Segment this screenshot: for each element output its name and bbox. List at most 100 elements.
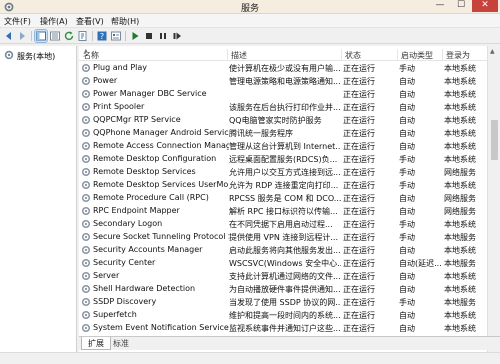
service-name: Remote Desktop Services [93, 167, 196, 176]
service-logon-as: 本地服务 [444, 259, 476, 268]
column-header-description[interactable]: 描述 [231, 50, 247, 61]
table-row[interactable]: QQPCMgr RTP Service QQ电脑管家实时防护服务 正在运行 自动 本地系… [79, 114, 487, 127]
table-row[interactable]: Secondary Logon 在不同凭据下启用启动过程... 正在运行 手动 本地系统 [79, 218, 487, 231]
service-logon-as: 本地系统 [444, 246, 476, 255]
table-row[interactable]: SSDP Discovery 当发现了使用 SSDP 协议的网... 正在运行 手动 本… [79, 296, 487, 309]
table-row[interactable]: Security Center WSCSVC(Windows 安全中心... 正在运… [79, 257, 487, 270]
service-startup-type: 手动 [399, 64, 415, 73]
service-status: 正在运行 [343, 77, 375, 86]
service-gear-icon [81, 102, 91, 112]
menu-view[interactable]: 查看(V) [76, 16, 104, 27]
minimize-button[interactable]: — [430, 0, 450, 12]
column-header-startup-type[interactable]: 启动类型 [401, 50, 433, 61]
service-startup-type: 手动 [399, 220, 415, 229]
service-status: 正在运行 [343, 116, 375, 125]
table-row[interactable]: Superfetch 维护和提高一段时间内的系统... 正在运行 自动 本地系统 [79, 309, 487, 322]
service-startup-type: 自动 [399, 129, 415, 138]
table-row[interactable]: System Event Notification Service 监视系统事件并… [79, 322, 487, 335]
column-header-name[interactable]: ▲ 名称 [83, 48, 99, 61]
service-name: Shell Hardware Detection [93, 284, 196, 293]
table-row[interactable]: Shell Hardware Detection 为自动播放硬件事件提供通知...… [79, 283, 487, 296]
service-status: 正在运行 [343, 103, 375, 112]
table-row[interactable]: RPC Endpoint Mapper 解析 RPC 接口标识符以传输... 正在运… [79, 205, 487, 218]
table-row[interactable]: QQPhone Manager Android Service 腾讯统一服务程序 正… [79, 127, 487, 140]
table-row[interactable]: Remote Desktop Services 允许用户以交互方式连接到远... 正… [79, 166, 487, 179]
service-name: QQPhone Manager Android Service [93, 128, 229, 137]
forward-icon[interactable] [16, 30, 28, 42]
close-button[interactable]: ✕ [472, 0, 498, 12]
column-divider[interactable] [341, 49, 342, 60]
toolbar-separator [125, 31, 126, 41]
service-logon-as: 本地系统 [444, 64, 476, 73]
start-icon[interactable] [129, 30, 141, 42]
service-name: Remote Access Connection Manager [93, 141, 229, 150]
console-tree-icon[interactable] [34, 29, 48, 43]
column-header-status[interactable]: 状态 [345, 50, 361, 61]
service-startup-type: 自动 [399, 272, 415, 281]
menu-file[interactable]: 文件(F) [4, 16, 31, 27]
table-row[interactable]: Security Accounts Manager 启动此服务将向其他服务发出..… [79, 244, 487, 257]
service-startup-type: 自动 [399, 285, 415, 294]
export-icon[interactable] [77, 30, 89, 42]
service-logon-as: 本地系统 [444, 116, 476, 125]
service-startup-type: 自动 [399, 116, 415, 125]
service-logon-as: 本地系统 [444, 90, 476, 99]
table-row[interactable]: Remote Desktop Configuration 远程桌面配置服务(RDC… [79, 153, 487, 166]
service-name: Remote Procedure Call (RPC) [93, 193, 209, 202]
service-startup-type: 自动 [399, 90, 415, 99]
table-row[interactable]: Server 支持此计算机通过网络的文件... 正在运行 自动 本地系统 [79, 270, 487, 283]
maximize-button[interactable]: ☐ [451, 0, 471, 12]
table-row[interactable]: Power 管理电源策略和电源策略通知... 正在运行 自动 本地系统 [79, 75, 487, 88]
stop-icon[interactable] [143, 30, 155, 42]
back-icon[interactable] [3, 30, 15, 42]
scrollbar-thumb[interactable] [491, 120, 498, 160]
service-logon-as: 本地服务 [444, 233, 476, 242]
service-logon-as: 本地系统 [444, 103, 476, 112]
pause-icon[interactable] [157, 30, 169, 42]
service-status: 正在运行 [343, 194, 375, 203]
service-status: 正在运行 [343, 207, 375, 216]
table-row[interactable]: Secure Socket Tunneling Protocol S... 提供使… [79, 231, 487, 244]
sort-ascending-icon: ▲ [84, 48, 88, 54]
tab-standard[interactable]: 标准 [107, 337, 135, 350]
refresh-icon[interactable] [63, 30, 75, 42]
menu-action[interactable]: 操作(A) [40, 16, 68, 27]
service-status: 正在运行 [343, 324, 375, 333]
service-description: 远程桌面配置服务(RDCS)负... [229, 155, 338, 164]
table-row[interactable]: Plug and Play 使计算机在极少或没有用户输... 正在运行 手动 本地系统 [79, 62, 487, 75]
service-logon-as: 本地系统 [444, 272, 476, 281]
restart-icon[interactable] [171, 30, 183, 42]
service-name: Superfetch [93, 310, 137, 319]
service-status: 正在运行 [343, 246, 375, 255]
column-divider[interactable] [397, 49, 398, 60]
column-header-logon-as[interactable]: 登录为 [446, 50, 470, 61]
service-description: 为自动播放硬件事件提供通知... [229, 285, 341, 294]
service-gear-icon [81, 323, 91, 333]
service-gear-icon [81, 167, 91, 177]
service-startup-type: 自动 [399, 324, 415, 333]
service-gear-icon [81, 232, 91, 242]
service-startup-type: 手动 [399, 168, 415, 177]
service-logon-as: 本地系统 [444, 311, 476, 320]
table-row[interactable]: Power Manager DBC Service 正在运行 自动 本地系统 [79, 88, 487, 101]
service-startup-type: 自动 [399, 207, 415, 216]
list-view-icon[interactable] [49, 30, 61, 42]
service-logon-as: 本地系统 [444, 220, 476, 229]
service-description: 当发现了使用 SSDP 协议的网... [229, 298, 341, 307]
service-name: Power Manager DBC Service [93, 89, 207, 98]
vertical-scrollbar[interactable]: ▲ [487, 46, 500, 352]
help-icon[interactable]: ? [96, 30, 108, 42]
service-startup-type: 自动 [399, 194, 415, 203]
table-row[interactable]: Remote Procedure Call (RPC) RPCSS 服务是 COM… [79, 192, 487, 205]
column-divider[interactable] [227, 49, 228, 60]
table-row[interactable]: Remote Access Connection Manager 管理从这台计算机… [79, 140, 487, 153]
scroll-up-icon[interactable]: ▲ [490, 48, 495, 55]
table-row[interactable]: Remote Desktop Services UserMo... 允许为 RDP… [79, 179, 487, 192]
column-divider[interactable] [442, 49, 443, 60]
service-logon-as: 网络服务 [444, 168, 476, 177]
service-name: Security Accounts Manager [93, 245, 203, 254]
service-description: 解析 RPC 接口标识符以传输... [229, 207, 338, 216]
table-row[interactable]: Print Spooler 该服务在后台执行打印作业并... 正在运行 自动 本地系统 [79, 101, 487, 114]
menu-help[interactable]: 帮助(H) [111, 16, 139, 27]
properties-icon[interactable] [110, 30, 122, 42]
